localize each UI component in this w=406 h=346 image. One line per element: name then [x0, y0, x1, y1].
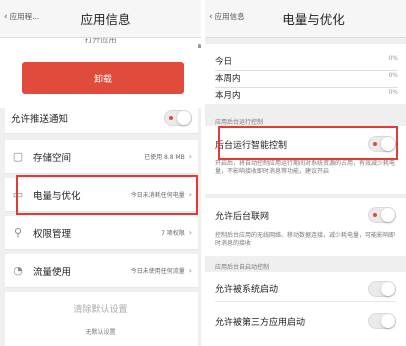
- list-item-value: 今日未使用任何流量: [130, 268, 185, 275]
- divider: [215, 87, 398, 88]
- battery-icon: ▭: [12, 188, 24, 201]
- uninstall-button[interactable]: 卸载: [22, 62, 184, 94]
- back-label: 应用信息: [214, 12, 245, 21]
- push-notification-row[interactable]: 允许推送通知: [5, 102, 198, 134]
- usage-value: 0%: [388, 55, 398, 62]
- back-button[interactable]: ‹ 应用信息: [209, 11, 245, 22]
- bg-network-description: 控制后台应用的无线网络、移动数据连接，减少耗电量，可能影响即时消息的接收: [215, 232, 396, 247]
- battery-optimization-panel: ‹ 应用信息 电量与优化 今日 0% 本周内 0% 本月内 0% 应用后台运行控…: [205, 0, 406, 346]
- list-item-value: 7 项权限: [161, 230, 185, 237]
- clear-defaults-button[interactable]: 清除默认设置: [0, 302, 201, 315]
- smart-control-row[interactable]: 后台运行智能控制: [215, 132, 396, 156]
- list-item-permissions[interactable]: ⚲ 权限管理 7 项权限 ›: [5, 216, 198, 250]
- data-usage-icon: ◔: [13, 264, 23, 277]
- divider: [215, 70, 398, 71]
- chevron-left-icon: ‹: [4, 11, 8, 22]
- app-info-header: ‹ 应用程... 应用信息: [0, 0, 201, 38]
- toggle-knob: [381, 137, 395, 151]
- list-item-data-usage[interactable]: ◔ 流量使用 今日未使用任何流量 ›: [5, 254, 198, 288]
- list-item-value: 已使用 8.8 MB: [144, 154, 185, 161]
- usage-label: 今日: [215, 57, 233, 67]
- bg-network-toggle[interactable]: [368, 207, 396, 223]
- usage-label: 本月内: [215, 91, 241, 101]
- system-start-toggle[interactable]: [368, 280, 396, 297]
- list-item-label: 权限管理: [33, 228, 72, 240]
- chevron-right-icon: ›: [188, 228, 192, 237]
- toggle-knob: [381, 208, 395, 222]
- third-party-start-row[interactable]: 允许被第三方应用启动: [215, 308, 396, 334]
- usage-row: 今日 0%: [215, 55, 398, 71]
- back-label: 应用程...: [9, 12, 40, 21]
- push-notification-toggle[interactable]: [164, 109, 192, 126]
- no-defaults-text: 无默认设置: [85, 329, 116, 336]
- list-item-label: 存储空间: [33, 152, 72, 164]
- smart-control-label: 后台运行智能控制: [215, 140, 288, 151]
- open-app-button[interactable]: 打开应用: [0, 38, 201, 48]
- bg-network-label: 允许后台联网: [215, 211, 270, 222]
- list-item-battery[interactable]: ▭ 电量与优化 今日未消耗任何电量 ›: [5, 178, 198, 212]
- usage-value: 0%: [388, 72, 398, 79]
- system-start-row[interactable]: 允许被系统启动: [215, 276, 396, 302]
- list-item-label: 电量与优化: [33, 190, 81, 202]
- chevron-left-icon: ‹: [209, 11, 213, 22]
- list-item-value: 今日未消耗任何电量: [130, 192, 185, 199]
- list-item-storage[interactable]: ▢ 存储空间 已使用 8.8 MB ›: [5, 140, 198, 174]
- usage-row: 本周内 0%: [215, 72, 398, 88]
- toggle-dot-icon: [373, 213, 377, 217]
- smart-control-toggle[interactable]: [368, 136, 396, 152]
- system-start-label: 允许被系统启动: [215, 285, 279, 295]
- bg-network-row[interactable]: 允许后台联网: [215, 203, 396, 227]
- toggle-knob: [381, 281, 395, 296]
- push-notification-label: 允许推送通知: [11, 113, 69, 125]
- usage-row: 本月内 0%: [215, 89, 398, 101]
- smart-control-description: 开启后，将自动控制应用运行期间对系统资源的占用，有效减少耗电量，不影响接收即时消…: [215, 160, 396, 175]
- toggle-knob: [177, 110, 191, 125]
- section-header: 应用后台自启动控制: [215, 264, 270, 271]
- third-party-start-toggle[interactable]: [368, 313, 396, 329]
- toggle-knob: [381, 314, 395, 328]
- battery-header: ‹ 应用信息 电量与优化: [205, 0, 406, 38]
- chevron-right-icon: ›: [188, 152, 192, 161]
- defaults-card: [5, 292, 198, 346]
- usage-value: 0%: [388, 89, 398, 96]
- app-info-panel: ‹ 应用程... 应用信息 打开应用 卸载 允许推送通知 ▢ 存储空间 已使用 …: [0, 0, 203, 346]
- toggle-dot-icon: [373, 142, 377, 146]
- list-item-label: 流量使用: [33, 266, 72, 278]
- back-button[interactable]: ‹ 应用程...: [4, 11, 39, 22]
- storage-icon: ▢: [12, 150, 24, 163]
- third-party-start-label: 允许被第三方应用启动: [215, 317, 306, 328]
- key-icon: ⚲: [13, 226, 23, 239]
- chevron-right-icon: ›: [188, 266, 192, 275]
- toggle-dot-icon: [169, 115, 173, 120]
- section-header: 应用后台运行控制: [215, 119, 264, 126]
- usage-label: 本周内: [215, 74, 241, 84]
- chevron-right-icon: ›: [188, 190, 192, 199]
